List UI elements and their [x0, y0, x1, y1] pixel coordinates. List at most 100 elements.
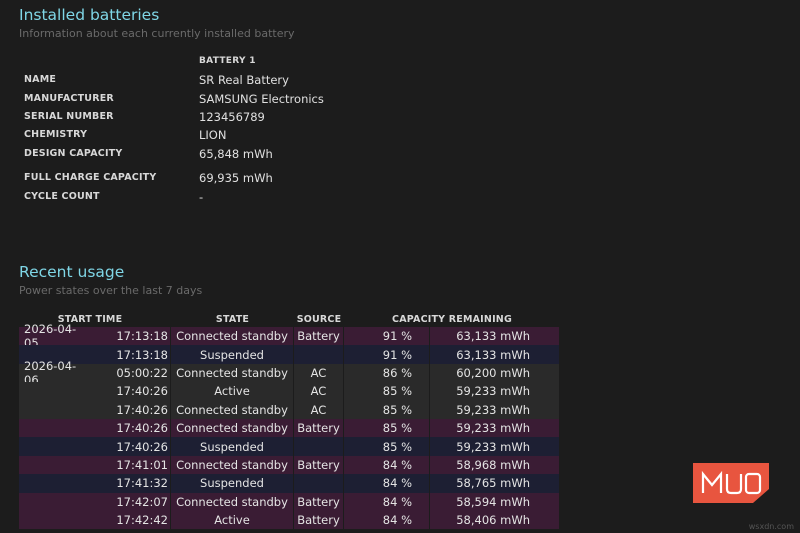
cell-start-time: 17:40:26	[19, 418, 171, 438]
table-row: 17:41:01 Connected standby Battery 84 % 58,9…	[19, 455, 560, 475]
cell-source: AC	[294, 363, 344, 383]
table-row: 17:41:32 Suspended 84 % 58,765 mWh	[19, 474, 560, 493]
cell-percent: 85 %	[344, 418, 430, 438]
cell-start-time: 17:42:42	[19, 510, 171, 530]
cell-capacity: 59,233 mWh	[430, 418, 560, 438]
recent-usage-table: START TIME STATE SOURCE CAPACITY REMAINI…	[19, 311, 560, 530]
cell-time: 17:40:26	[116, 384, 168, 399]
cell-time: 17:42:42	[116, 513, 168, 528]
cell-percent: 84 %	[344, 474, 430, 493]
cell-percent: 91 %	[344, 345, 430, 364]
table-row: 17:13:18 Suspended 91 % 63,133 mWh	[19, 345, 560, 364]
cell-source: Battery	[294, 418, 344, 438]
info-label: CYCLE COUNT	[24, 191, 100, 202]
cell-source: Battery	[294, 455, 344, 475]
usage-table-header: START TIME STATE SOURCE CAPACITY REMAINI…	[19, 311, 560, 327]
usage-table-body: 2026-04-05 17:13:18 Connected standby Batte…	[19, 322, 560, 530]
table-row: 17:40:26 Active AC 85 % 59,233 mWh	[19, 382, 560, 401]
cell-time: 17:13:18	[116, 347, 168, 362]
cell-percent: 85 %	[344, 400, 430, 419]
table-row: 2026-04-05 17:13:18 Connected standby Batte…	[19, 322, 560, 350]
cell-start-time: 17:40:26	[19, 437, 171, 456]
table-row: 2026-04-06 05:00:22 Connected standby AC 86 …	[19, 359, 560, 387]
table-row: 17:42:42 Active Battery 84 % 58,406 mWh	[19, 510, 560, 530]
cell-time: 17:40:26	[116, 421, 168, 436]
cell-state: Connected standby	[171, 492, 294, 511]
cell-percent: 84 %	[344, 510, 430, 530]
cell-source: Battery	[294, 492, 344, 511]
cell-time: 17:13:18	[116, 329, 168, 344]
battery-column-header: BATTERY 1	[199, 56, 256, 66]
info-value: 123456789	[199, 110, 265, 124]
cell-time: 17:40:26	[116, 439, 168, 454]
cell-state: Connected standby	[171, 363, 294, 383]
info-label: CHEMISTRY	[24, 129, 88, 140]
cell-time: 05:00:22	[116, 365, 168, 380]
info-label: DESIGN CAPACITY	[24, 148, 123, 159]
cell-capacity: 59,233 mWh	[430, 437, 560, 456]
cell-time: 17:40:26	[116, 402, 168, 417]
info-value: -	[199, 190, 204, 204]
cell-capacity: 60,200 mWh	[430, 363, 560, 383]
cell-state: Suspended	[171, 345, 294, 364]
info-label: NAME	[24, 74, 57, 85]
muo-logo	[693, 463, 769, 503]
cell-start-time: 17:40:26	[19, 382, 171, 401]
cell-capacity: 58,594 mWh	[430, 492, 560, 511]
installed-batteries-subtitle: Information about each currently install…	[19, 27, 295, 40]
installed-batteries-title: Installed batteries	[19, 6, 160, 24]
cell-capacity: 58,968 mWh	[430, 455, 560, 475]
cell-time: 17:41:01	[116, 457, 168, 472]
header-source: SOURCE	[296, 313, 342, 325]
cell-source	[294, 437, 344, 456]
cell-state: Suspended	[171, 474, 294, 493]
cell-state: Active	[171, 382, 294, 401]
cell-capacity: 63,133 mWh	[430, 345, 560, 364]
cell-capacity: 58,406 mWh	[430, 510, 560, 530]
cell-state: Connected standby	[171, 455, 294, 475]
cell-capacity: 59,233 mWh	[430, 382, 560, 401]
table-row: 17:40:26 Connected standby Battery 85 % 59,2…	[19, 418, 560, 438]
cell-time: 17:41:32	[116, 476, 168, 491]
cell-start-time: 17:40:26	[19, 400, 171, 419]
cell-start-time: 2026-04-06 05:00:22	[19, 359, 171, 387]
cell-state: Active	[171, 510, 294, 530]
cell-state: Connected standby	[171, 418, 294, 438]
table-row: 17:40:26 Connected standby AC 85 % 59,233 mW…	[19, 400, 560, 419]
cell-source: Battery	[294, 327, 344, 346]
cell-percent: 86 %	[344, 363, 430, 383]
watermark: wsxdn.com	[748, 522, 794, 531]
info-value: LION	[199, 128, 227, 142]
cell-source: Battery	[294, 510, 344, 530]
cell-start-time: 17:42:07	[19, 492, 171, 511]
cell-source: AC	[294, 382, 344, 401]
recent-usage-subtitle: Power states over the last 7 days	[19, 284, 203, 297]
info-value: 69,935 mWh	[199, 171, 273, 185]
info-value: SR Real Battery	[199, 73, 289, 87]
cell-capacity: 63,133 mWh	[430, 327, 560, 346]
cell-percent: 85 %	[344, 382, 430, 401]
header-state: STATE	[215, 313, 250, 325]
info-value: 65,848 mWh	[199, 147, 273, 161]
header-capacity-remaining: CAPACITY REMAINING	[392, 313, 512, 325]
cell-capacity: 58,765 mWh	[430, 474, 560, 493]
recent-usage-title: Recent usage	[19, 263, 125, 281]
cell-source: AC	[294, 400, 344, 419]
cell-time: 17:42:07	[116, 494, 168, 509]
info-value: SAMSUNG Electronics	[199, 92, 324, 106]
cell-percent: 85 %	[344, 437, 430, 456]
table-row: 17:40:26 Suspended 85 % 59,233 mWh	[19, 437, 560, 456]
cell-start-time: 2026-04-05 17:13:18	[19, 322, 171, 350]
info-label: MANUFACTURER	[24, 93, 114, 104]
cell-state: Connected standby	[171, 327, 294, 346]
cell-source	[294, 474, 344, 493]
cell-state: Connected standby	[171, 400, 294, 419]
cell-percent: 84 %	[344, 492, 430, 511]
table-row: 17:42:07 Connected standby Battery 84 % 58,5…	[19, 492, 560, 511]
cell-capacity: 59,233 mWh	[430, 400, 560, 419]
cell-state: Suspended	[171, 437, 294, 456]
cell-source	[294, 345, 344, 364]
info-label: SERIAL NUMBER	[24, 111, 114, 122]
cell-percent: 91 %	[344, 327, 430, 346]
info-label: FULL CHARGE CAPACITY	[24, 172, 157, 183]
